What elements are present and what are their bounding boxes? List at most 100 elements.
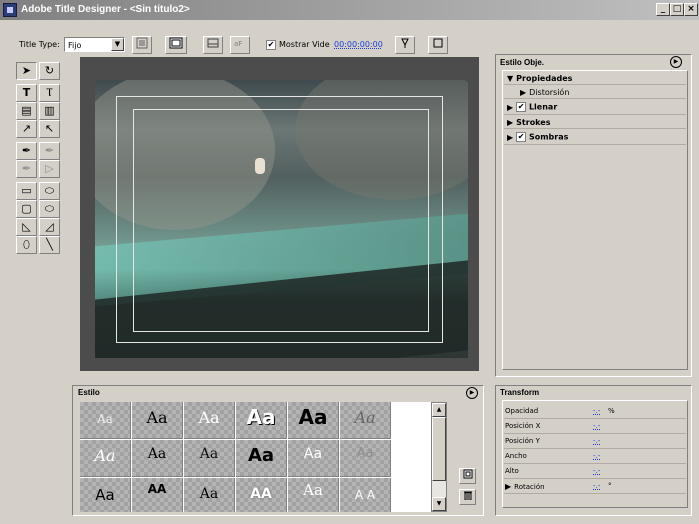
divider (504, 478, 686, 479)
style-swatch[interactable]: Aa (80, 440, 131, 477)
sync-icon (401, 38, 409, 48)
title-type-label: Title Type: (19, 40, 60, 49)
style-swatch[interactable]: Aa (184, 402, 235, 439)
styles-menu-button[interactable]: ▶ (466, 387, 478, 399)
style-swatch[interactable]: Aa (132, 402, 183, 439)
title-safe-margin (133, 109, 429, 332)
show-video-label: Mostrar Vide (279, 40, 330, 49)
height-label: Alto (505, 467, 519, 475)
close-button[interactable]: × (684, 3, 698, 16)
opacity-unit: % (608, 407, 615, 415)
position-x-value[interactable]: -.- (593, 422, 600, 430)
position-y-value[interactable]: -.- (593, 437, 600, 445)
maximize-button[interactable]: □ (670, 3, 684, 16)
background-frame-button[interactable] (428, 36, 448, 54)
vertical-type-tool[interactable]: Ⲧ (39, 84, 60, 102)
app-icon (3, 3, 17, 17)
tab-stops-button[interactable] (203, 36, 223, 54)
style-swatch[interactable]: Aa (288, 478, 339, 512)
vertical-path-type-tool[interactable]: ↖ (39, 120, 60, 138)
height-value[interactable]: -.- (593, 467, 600, 475)
opacity-value[interactable]: -.- (593, 407, 600, 415)
divider (504, 433, 686, 434)
minimize-button[interactable]: _ (656, 3, 670, 16)
play-icon: ▶ (469, 389, 475, 396)
window-title: Adobe Title Designer - <Sin titulo2> (21, 4, 190, 15)
style-swatch[interactable]: A A (340, 478, 391, 512)
style-swatch[interactable]: Aa (184, 478, 235, 512)
title-type-select[interactable]: Fijo ▼ (64, 37, 125, 52)
rectangle-icon: ▭ (21, 184, 32, 197)
delete-anchor-tool[interactable]: ✒ (16, 160, 37, 178)
type-tool[interactable]: T (16, 84, 37, 102)
prop-distorsion[interactable]: ▶ Distorsión (520, 88, 569, 97)
play-icon: ▶ (673, 58, 679, 65)
roll-crawl-options-button[interactable] (132, 36, 152, 54)
timecode-field[interactable]: 00:00:00:00 (334, 40, 383, 49)
arc-tool[interactable]: ◿ (39, 218, 60, 236)
style-swatch[interactable]: Aa (288, 402, 339, 439)
prop-propiedades[interactable]: ▼ Propiedades (507, 74, 572, 83)
area-type-tool[interactable]: ▤ (16, 102, 37, 120)
font-browser-button[interactable]: aF (230, 36, 250, 54)
divider (504, 463, 686, 464)
chevron-down-icon: ▼ (111, 38, 124, 51)
style-swatch[interactable]: AA (236, 478, 287, 512)
convert-anchor-icon: ▷ (45, 162, 54, 175)
rotation-tool[interactable]: ↻ (39, 62, 60, 80)
style-swatch[interactable]: Aa (80, 402, 131, 439)
prop-sombras[interactable]: ▶ ✔ Sombras (507, 132, 568, 142)
style-swatch[interactable]: Aa (80, 478, 131, 512)
rotation-row[interactable]: ▶ Rotación (505, 482, 545, 491)
show-video-checkbox[interactable]: ✔ (266, 40, 276, 50)
width-value[interactable]: -.- (593, 452, 600, 460)
line-tool[interactable]: ╲ (39, 236, 60, 254)
style-swatch[interactable]: AA (132, 478, 183, 512)
prop-strokes[interactable]: ▶ Strokes (507, 118, 550, 127)
rounded-corner-rectangle-tool[interactable]: ⬭ (39, 200, 60, 218)
transform-title: Transform (500, 388, 540, 397)
scroll-up-button[interactable]: ▲ (432, 403, 446, 417)
vertical-area-type-icon: ▥ (44, 104, 55, 117)
path-type-tool[interactable]: ↗ (16, 120, 37, 138)
vertical-area-type-tool[interactable]: ▥ (39, 102, 60, 120)
style-swatch[interactable]: Aa (340, 402, 391, 439)
clipped-rectangle-icon: ⬭ (44, 184, 55, 197)
rotation-value[interactable]: -.- (593, 482, 600, 490)
triangle-down-icon: ▼ (436, 500, 442, 507)
rectangle-tool[interactable]: ▭ (16, 182, 37, 200)
scroll-thumb[interactable] (432, 417, 446, 481)
type-icon: T (22, 86, 31, 99)
arc-icon: ◿ (45, 220, 54, 233)
wedge-tool[interactable]: ◺ (16, 218, 37, 236)
divider (504, 98, 686, 99)
position-x-label: Posición X (505, 422, 541, 430)
wedge-icon: ◺ (22, 220, 31, 233)
convert-anchor-tool[interactable]: ▷ (39, 160, 60, 178)
new-page-icon (463, 469, 472, 479)
templates-button[interactable] (165, 36, 187, 54)
rounded-rectangle-tool[interactable]: ▢ (16, 200, 37, 218)
object-style-menu-button[interactable]: ▶ (670, 56, 682, 68)
style-swatch[interactable]: Aa (184, 440, 235, 477)
add-anchor-tool[interactable]: ✒ (39, 142, 60, 160)
vertical-path-type-icon: ↖ (44, 122, 55, 135)
sync-button[interactable] (395, 36, 415, 54)
selection-tool[interactable]: ➤ (16, 62, 37, 80)
clipped-rectangle-tool[interactable]: ⬭ (39, 182, 60, 200)
sombras-checkbox[interactable]: ✔ (516, 132, 527, 142)
style-swatch[interactable]: Aa (340, 440, 391, 477)
style-swatch[interactable]: Aa (132, 440, 183, 477)
style-swatch[interactable]: Aa (236, 402, 287, 439)
ellipse-tool[interactable]: ⬯ (16, 236, 37, 254)
styles-scrollbar[interactable]: ▲ ▼ (431, 402, 447, 512)
style-swatch[interactable]: Aa (288, 440, 339, 477)
scroll-down-button[interactable]: ▼ (432, 497, 446, 511)
new-style-button[interactable] (459, 468, 476, 484)
llenar-checkbox[interactable]: ✔ (516, 102, 527, 112)
line-icon: ╲ (46, 238, 53, 251)
pen-tool[interactable]: ✒ (16, 142, 37, 160)
style-swatch[interactable]: Aa (236, 440, 287, 477)
delete-style-button[interactable] (459, 489, 476, 505)
prop-llenar[interactable]: ▶ ✔ Llenar (507, 102, 557, 112)
